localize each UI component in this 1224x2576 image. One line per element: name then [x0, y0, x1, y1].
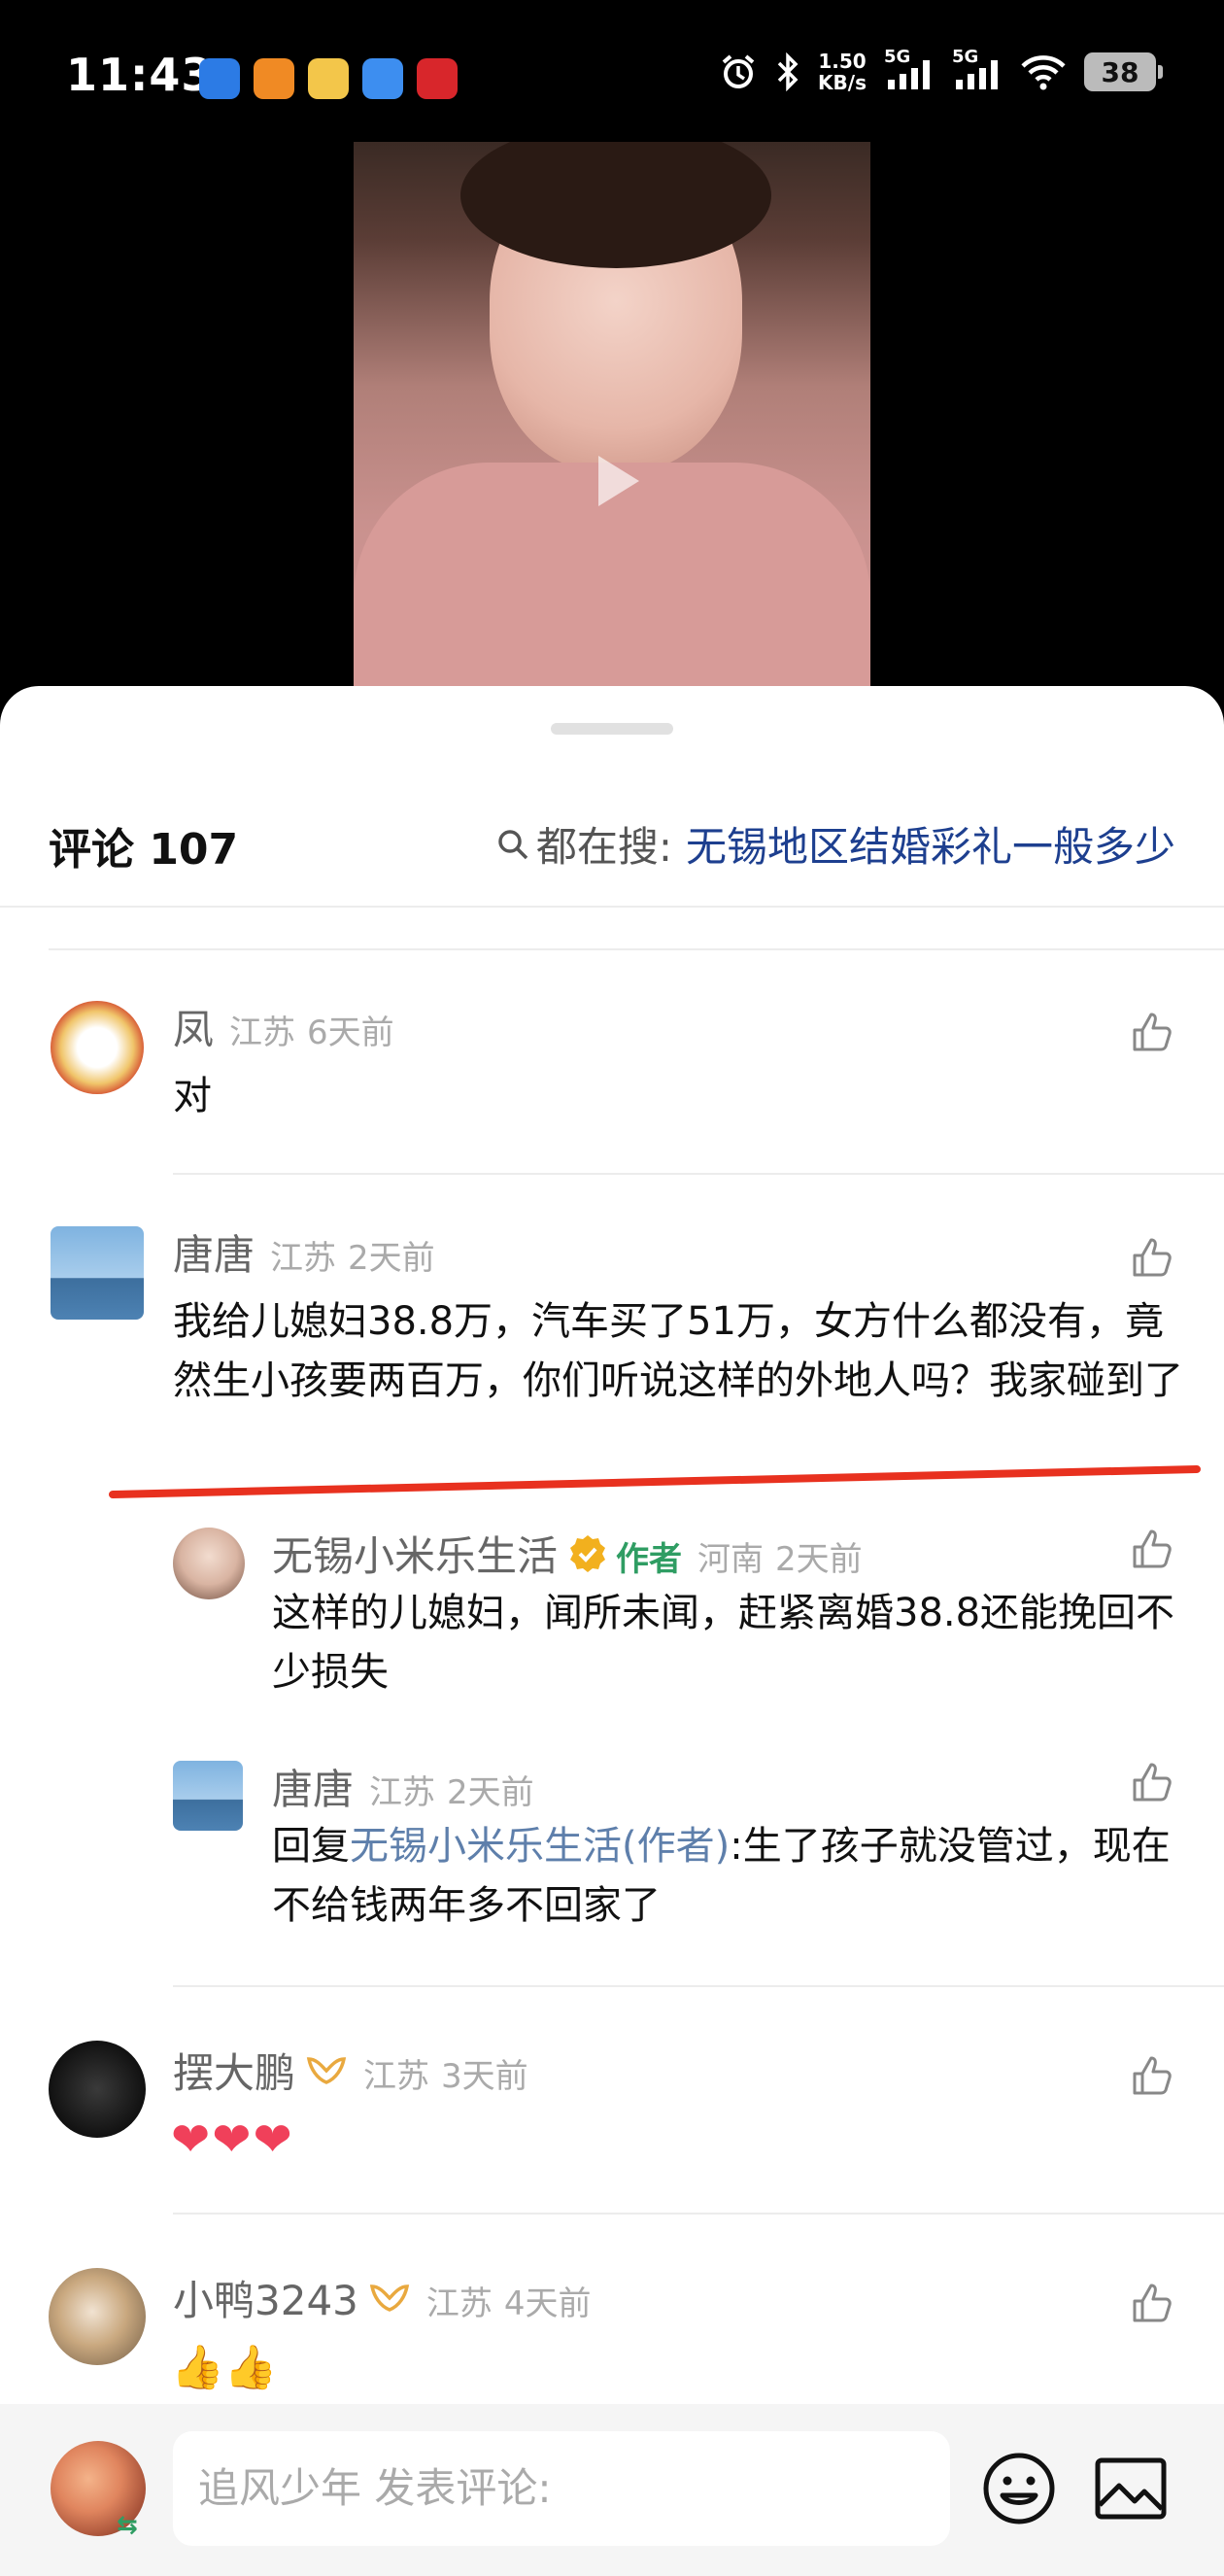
search-label: 都在搜:	[535, 823, 672, 871]
comment-location: 河南	[697, 1540, 765, 1579]
play-icon[interactable]	[575, 442, 653, 520]
comment-emoji[interactable]: ❤❤❤	[171, 2111, 462, 2170]
like-icon[interactable]	[1131, 1236, 1173, 1279]
comment-text[interactable]: 对	[173, 1067, 1173, 1126]
username[interactable]: 唐唐	[272, 1757, 354, 1816]
search-term[interactable]: 无锡地区结婚彩礼一般多少	[686, 814, 1175, 874]
avatar[interactable]	[51, 1226, 144, 1320]
comment-meta: 小鸭3243 江苏 4天前	[173, 2268, 592, 2327]
notification-icons	[199, 58, 458, 99]
net-speed-unit: KB/s	[818, 71, 867, 94]
search-suggestion[interactable]: 都在搜: 无锡地区结婚彩礼一般多少	[495, 814, 1175, 874]
vip-badge-icon	[369, 2284, 410, 2312]
video-player[interactable]	[0, 136, 1224, 700]
comment-meta: 凤 江苏 6天前	[173, 997, 394, 1056]
comment-location: 江苏	[270, 1239, 337, 1278]
comment-divider	[173, 1985, 1224, 1987]
comment-meta: 唐唐 江苏 2天前	[173, 1222, 435, 1282]
wifi-icon	[1021, 55, 1066, 90]
status-time: 11:43	[66, 49, 214, 101]
username[interactable]: 摆大鹏	[173, 2041, 295, 2100]
search-icon	[498, 829, 528, 859]
app-notification-icon	[254, 58, 294, 99]
app-notification-icon	[417, 58, 458, 99]
comment-meta: 唐唐 江苏 2天前	[272, 1757, 534, 1816]
comment-time: 4天前	[503, 2284, 592, 2323]
username[interactable]: 凤	[173, 997, 214, 1056]
reply-prefix: 回复	[272, 1824, 350, 1869]
app-notification-icon	[362, 58, 403, 99]
avatar[interactable]	[173, 1528, 245, 1599]
reply-target-link[interactable]: 无锡小米乐生活(作者)	[350, 1824, 730, 1869]
comment-divider	[173, 2213, 1224, 2215]
comment-text[interactable]: 回复无锡小米乐生活(作者):生了孩子就没管过，现在不给钱两年多不回家了	[272, 1817, 1195, 1936]
comment-location: 江苏	[229, 1013, 296, 1052]
network-speed: 1.50 KB/s	[818, 51, 867, 93]
like-icon[interactable]	[1131, 1011, 1173, 1053]
avatar[interactable]	[49, 2268, 146, 2365]
like-icon[interactable]	[1131, 1761, 1173, 1803]
app-notification-icon	[308, 58, 349, 99]
comment-count: 评论 107	[49, 825, 239, 875]
like-icon[interactable]	[1131, 2054, 1173, 2097]
video-thumbnail	[354, 142, 870, 686]
username[interactable]: 唐唐	[173, 1222, 255, 1282]
comment-divider	[173, 1173, 1224, 1175]
battery-indicator: 38	[1084, 52, 1163, 91]
verified-badge-icon	[570, 1534, 606, 1572]
comment-time: 6天前	[307, 1013, 394, 1052]
comment-meta: 摆大鹏 江苏 3天前	[173, 2041, 528, 2100]
author-tag: 作者	[616, 1540, 683, 1579]
app-notification-icon	[199, 58, 240, 99]
comment-time: 3天前	[441, 2057, 528, 2096]
comment-time: 2天前	[447, 1773, 534, 1812]
switch-account-icon[interactable]: ⇆	[117, 2511, 138, 2540]
alarm-icon	[722, 54, 755, 88]
username[interactable]: 无锡小米乐生活	[272, 1524, 558, 1583]
comment-location: 江苏	[369, 1773, 436, 1812]
system-icons: 1.50 KB/s 5G 5G 38	[719, 47, 1163, 93]
like-icon[interactable]	[1131, 1528, 1173, 1570]
like-icon[interactable]	[1131, 2282, 1173, 2324]
comment-input-bar: ⇆ 追风少年 发表评论:	[0, 2404, 1224, 2576]
avatar[interactable]	[49, 2041, 146, 2138]
avatar[interactable]	[173, 1761, 243, 1831]
list-divider	[49, 948, 1224, 950]
net-speed-value: 1.50	[818, 50, 867, 73]
signal-sim1: 5G	[884, 47, 935, 91]
signal-sim2: 5G	[952, 47, 1003, 91]
comment-meta: 无锡小米乐生活 作者 河南 2天前	[272, 1524, 863, 1583]
comment-time: 2天前	[775, 1540, 863, 1579]
signal-icon	[956, 60, 998, 89]
header-divider	[0, 906, 1224, 908]
red-underline-mark	[109, 1465, 1201, 1498]
sheet-drag-handle[interactable]	[551, 723, 673, 735]
image-icon[interactable]	[1094, 2456, 1168, 2521]
status-bar: 11:43 1.50 KB/s 5G 5G 38	[0, 0, 1224, 146]
username[interactable]: 小鸭3243	[173, 2268, 358, 2327]
comment-emoji[interactable]: 👍👍	[171, 2338, 462, 2397]
comment-time: 2天前	[348, 1239, 435, 1278]
comment-location: 江苏	[363, 2057, 430, 2096]
comment-text[interactable]: 我给儿媳妇38.8万，汽车买了51万，女方什么都没有，竟然生小孩要两百万，你们听…	[173, 1292, 1183, 1411]
comment-input[interactable]: 追风少年 发表评论:	[173, 2431, 950, 2546]
emoji-icon[interactable]	[981, 2451, 1057, 2526]
signal-icon	[888, 60, 930, 89]
avatar[interactable]	[51, 1001, 144, 1094]
comment-location: 江苏	[425, 2284, 493, 2323]
bluetooth-icon	[777, 52, 799, 91]
vip-badge-icon	[306, 2056, 347, 2084]
comment-text[interactable]: 这样的儿媳妇，闻所未闻，赶紧离婚38.8还能挽回不少损失	[272, 1584, 1185, 1702]
